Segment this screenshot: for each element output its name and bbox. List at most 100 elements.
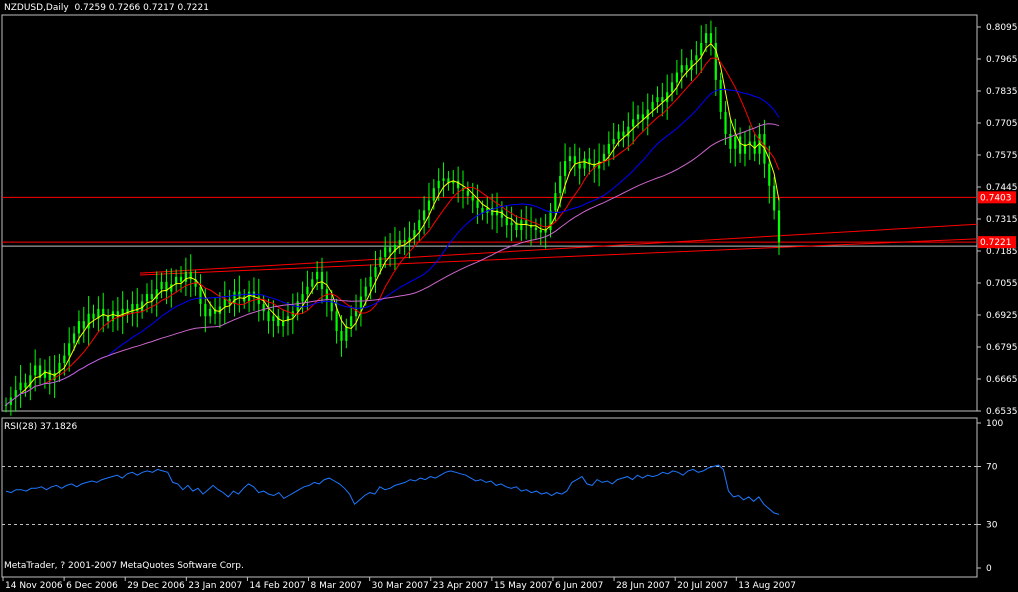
price-badge-label: 0.7221 <box>980 238 1012 248</box>
candle-body <box>92 313 95 319</box>
candle-body <box>612 139 615 144</box>
candle-body <box>578 163 581 169</box>
rsi-pane-frame <box>1 417 978 578</box>
candle-body <box>554 193 557 211</box>
rsi-axis-label: 0 <box>986 564 992 574</box>
candle-body <box>48 370 51 381</box>
candle-body <box>432 188 435 201</box>
candle-body <box>106 316 110 322</box>
candle-body <box>559 175 562 194</box>
price-axis-label: 0.7575 <box>986 151 1018 161</box>
candle-body <box>773 185 776 211</box>
candle-body <box>476 200 479 208</box>
moving-average-fast <box>15 42 780 398</box>
candle-body <box>170 284 173 292</box>
time-axis-label: 20 Jul 2007 <box>677 581 728 591</box>
candle-body <box>661 97 664 103</box>
candle-body <box>233 291 236 304</box>
price-axis-label: 0.6795 <box>986 343 1018 353</box>
candle-body <box>388 247 392 253</box>
price-axis-label: 0.7315 <box>986 215 1018 225</box>
price-axis-label: 0.7835 <box>986 87 1018 97</box>
candle-body <box>335 311 338 331</box>
candle-body <box>403 239 406 243</box>
time-axis-label: 28 Jun 2007 <box>616 581 670 591</box>
candle-body <box>466 190 469 196</box>
candle-body <box>510 222 513 226</box>
candle-body <box>34 365 37 376</box>
candle-body <box>316 271 319 280</box>
candle-body <box>602 153 606 162</box>
upper-trendline <box>139 223 978 274</box>
candle-body <box>345 326 348 341</box>
price-axis-label: 0.7185 <box>986 247 1018 257</box>
candle-body <box>184 271 187 282</box>
candle-body <box>19 382 22 391</box>
candle-body <box>632 119 635 127</box>
candle-body <box>160 281 163 290</box>
candle-body <box>267 311 270 322</box>
time-axis-label: 6 Jun 2007 <box>555 581 603 591</box>
price-axis-label: 0.6535 <box>986 407 1018 417</box>
candle-body <box>505 217 508 226</box>
candle-body <box>131 303 134 314</box>
candle-body <box>72 333 76 344</box>
price-pane-frame <box>1 14 978 412</box>
candle-body <box>719 79 722 112</box>
candle-body <box>627 126 630 137</box>
price-axis-label: 0.7055 <box>986 279 1018 289</box>
candle-body <box>306 286 309 295</box>
rsi-axis-label: 70 <box>986 463 998 473</box>
price-badge-label: 0.7403 <box>980 193 1012 203</box>
candle-body <box>311 279 314 287</box>
time-axis-label: 14 Nov 2006 <box>5 581 63 591</box>
time-axis-label: 14 Feb 2007 <box>249 581 305 591</box>
candle-body <box>622 131 625 137</box>
candle-body <box>670 82 674 93</box>
time-axis-label: 23 Apr 2007 <box>433 581 489 591</box>
candle-body <box>418 220 421 231</box>
candle-body <box>675 72 679 83</box>
candle-body <box>539 230 542 233</box>
price-chart[interactable]: 0.80950.79650.78350.77050.75750.74450.73… <box>0 0 1018 592</box>
price-axis-label: 0.8095 <box>986 23 1018 33</box>
price-axis-label: 0.7705 <box>986 119 1018 129</box>
candle-body <box>209 308 212 317</box>
candle-body <box>199 286 202 304</box>
candle-body <box>238 291 241 297</box>
candle-body <box>87 313 90 329</box>
time-axis-label: 29 Dec 2006 <box>127 581 185 591</box>
candle-body <box>734 136 737 149</box>
candle-body <box>301 294 304 302</box>
candle-body <box>700 43 703 56</box>
time-axis-label: 6 Dec 2006 <box>66 581 118 591</box>
candle-body <box>179 276 183 282</box>
candle-body <box>471 195 474 201</box>
candle-body <box>374 267 377 277</box>
candle-body <box>320 271 324 290</box>
candle-body <box>282 321 285 327</box>
candle-body <box>350 316 353 327</box>
candle-body <box>583 158 586 169</box>
candle-body <box>777 210 781 243</box>
price-axis-label: 0.6925 <box>986 311 1018 321</box>
candle-body <box>563 161 567 176</box>
rsi-line <box>5 464 780 515</box>
candle-body <box>481 207 484 213</box>
candle-body <box>427 200 431 211</box>
price-axis-label: 0.6665 <box>986 375 1018 385</box>
time-axis-label: 15 May 2007 <box>494 581 553 591</box>
candle-body <box>77 321 81 334</box>
candle-body <box>4 404 8 406</box>
candle-body <box>398 239 401 245</box>
candle-body <box>68 343 71 356</box>
rsi-axis-label: 30 <box>986 521 998 531</box>
candle-body <box>262 303 265 312</box>
candle-body <box>437 180 440 189</box>
candle-body <box>423 210 426 221</box>
time-axis-label: 23 Jan 2007 <box>188 581 242 591</box>
time-axis-label: 8 Mar 2007 <box>311 581 362 591</box>
candle-body <box>204 303 207 317</box>
candle-body <box>379 257 382 267</box>
candle-body <box>223 299 226 307</box>
